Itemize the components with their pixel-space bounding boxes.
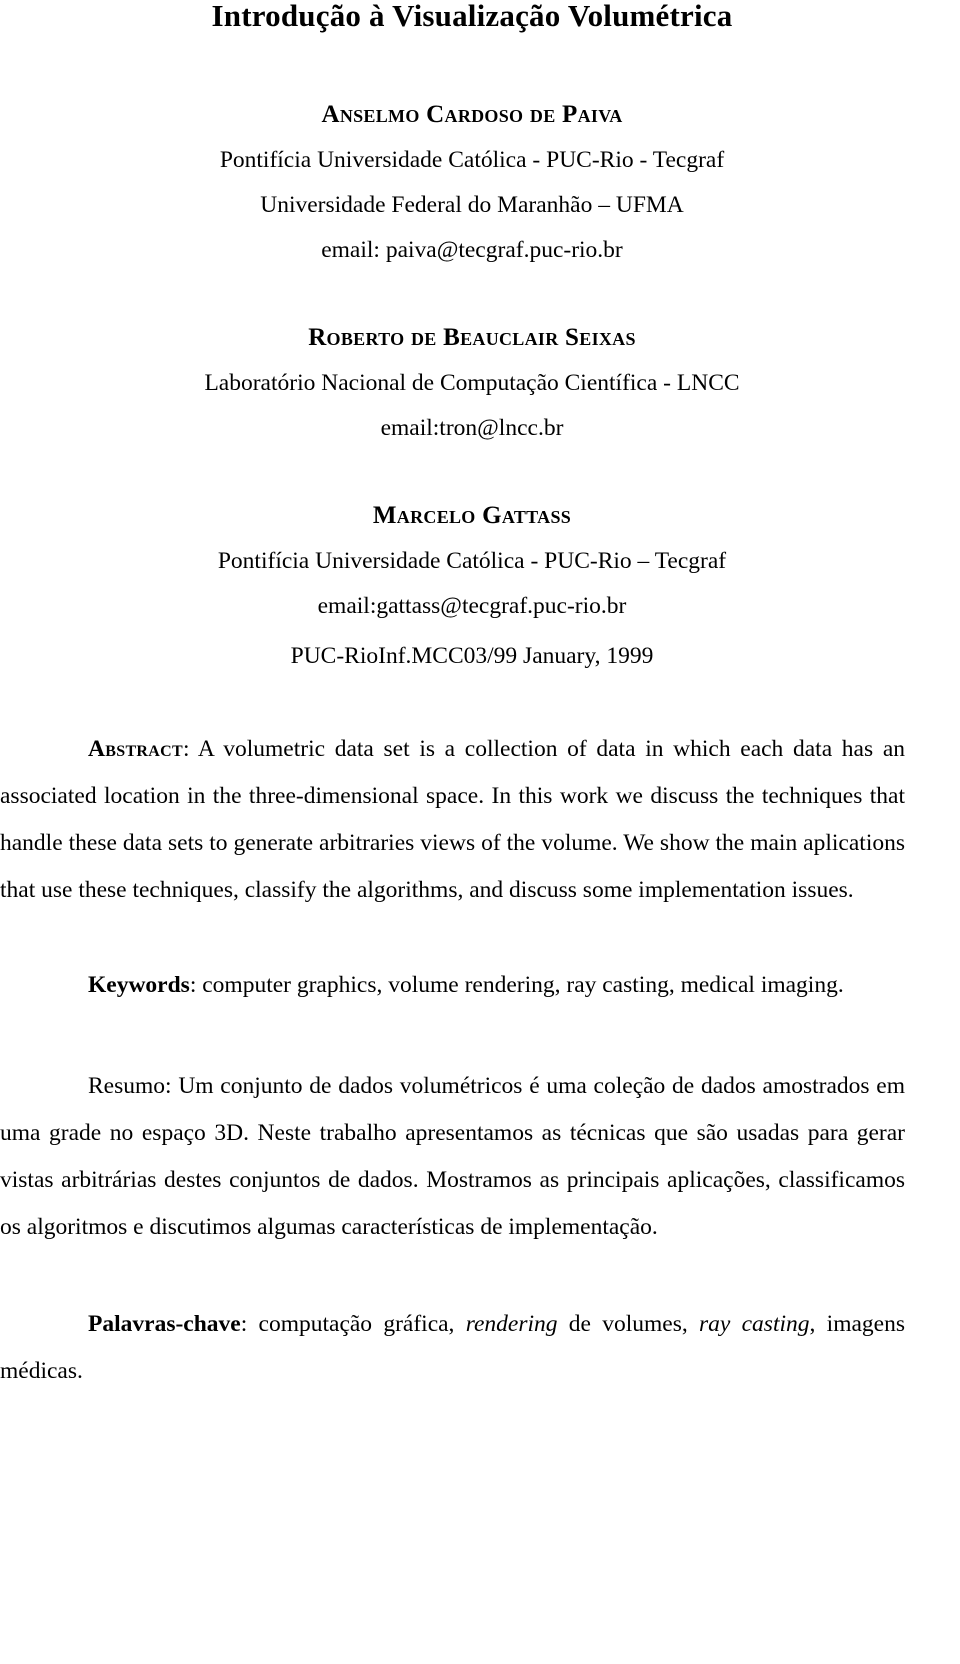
abstract-paragraph: Abstract: A volumetric data set is a col… xyxy=(0,726,905,914)
author-name: Marcelo Gattass xyxy=(372,502,572,529)
author-email: email:gattass@tecgraf.puc-rio.br xyxy=(317,593,627,619)
author-block: Marcelo Gattass Pontifícia Universidade … xyxy=(0,493,944,629)
resumo-paragraph: Resumo: Um conjunto de dados volumétrico… xyxy=(0,1063,905,1251)
author-block: Roberto de Beauclair Seixas Laboratório … xyxy=(0,315,944,451)
author-email: email:tron@lncc.br xyxy=(380,415,564,441)
author-affiliation: Pontifícia Universidade Católica - PUC-R… xyxy=(217,548,727,574)
author-affiliation: Laboratório Nacional de Computação Cient… xyxy=(204,370,740,396)
document-body: Abstract: A volumetric data set is a col… xyxy=(0,726,905,1395)
author-block-spacer xyxy=(0,451,944,493)
keywords-text: computer graphics, volume rendering, ray… xyxy=(202,972,844,998)
abstract-label: Abstract xyxy=(88,736,183,762)
resumo-label: Resumo xyxy=(88,1073,166,1099)
author-name: Anselmo Cardoso de Paiva xyxy=(321,101,623,128)
author-name: Roberto de Beauclair Seixas xyxy=(308,324,636,351)
keywords-label: Keywords xyxy=(88,972,190,998)
palavras-chave-italic-ray-casting: ray casting xyxy=(699,1311,810,1337)
author-email: email: paiva@tecgraf.puc-rio.br xyxy=(321,237,623,263)
author-block-spacer xyxy=(0,273,944,315)
paper-cover-page: Introdução à Visualização Volumétrica An… xyxy=(0,0,960,1664)
palavras-chave-text-part2: de volumes, xyxy=(557,1311,700,1337)
author-block: Anselmo Cardoso de Paiva Pontifícia Univ… xyxy=(0,92,944,273)
palavras-chave-separator: : xyxy=(240,1311,259,1337)
page-title: Introdução à Visualização Volumétrica xyxy=(211,0,733,33)
author-affiliation: Universidade Federal do Maranhão – UFMA xyxy=(260,192,684,218)
keywords-separator: : xyxy=(189,972,203,998)
palavras-chave-label: Palavras-chave xyxy=(88,1311,241,1337)
palavras-chave-paragraph: Palavras-chave: computação gráfica, rend… xyxy=(0,1301,905,1395)
keywords-paragraph: Keywords: computer graphics, volume rend… xyxy=(0,962,905,1009)
report-number: PUC-RioInf.MCC03/99 January, 1999 xyxy=(290,643,654,669)
author-list: Anselmo Cardoso de Paiva Pontifícia Univ… xyxy=(0,92,944,629)
palavras-chave-italic-rendering: rendering xyxy=(465,1311,558,1337)
resumo-separator: : xyxy=(165,1073,179,1099)
abstract-separator: : xyxy=(182,736,198,762)
palavras-chave-text-part1: computação gráfica, xyxy=(258,1311,466,1337)
author-affiliation: Pontifícia Universidade Católica - PUC-R… xyxy=(219,147,725,173)
